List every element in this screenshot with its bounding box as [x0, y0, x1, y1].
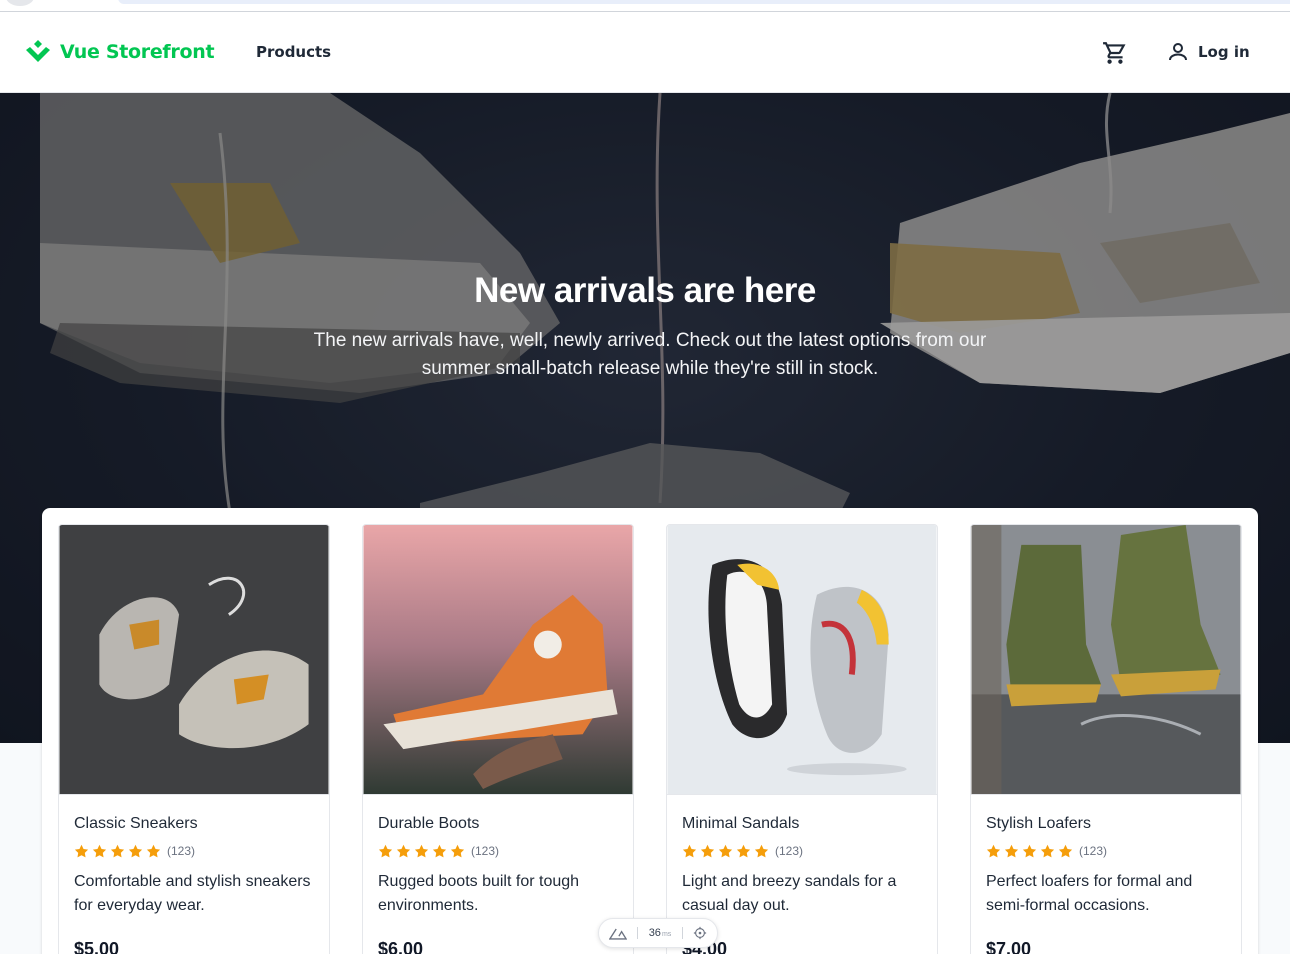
product-title[interactable]: Durable Boots: [378, 815, 618, 833]
browser-tab-icon[interactable]: [6, 0, 34, 6]
devtools-toggle[interactable]: 36ms: [598, 918, 718, 948]
product-card[interactable]: Stylish Loafers (123) Perfect loafers fo…: [970, 524, 1242, 954]
star-icon: [92, 844, 107, 857]
brand-name: Vue Storefront: [60, 41, 215, 63]
star-icon: [682, 844, 697, 857]
star-icon: [1058, 844, 1073, 857]
star-icon: [986, 844, 1001, 857]
devtools-separator: [681, 927, 683, 939]
star-icon: [754, 844, 769, 857]
star-icon: [414, 844, 429, 857]
browser-chrome-strip: [0, 0, 1290, 12]
product-description: Light and breezy sandals for a casual da…: [682, 873, 897, 914]
rating-stars: [986, 844, 1073, 859]
rating-stars: [378, 844, 465, 859]
product-card[interactable]: Durable Boots (123) Rugged boots built f…: [362, 524, 634, 954]
product-price: $6.00: [378, 939, 424, 954]
hero-title: New arrivals are here: [474, 271, 816, 310]
star-icon: [718, 844, 733, 857]
product-image-stylish-loafers[interactable]: [971, 525, 1241, 795]
shopping-cart-icon: [1103, 42, 1126, 64]
product-price: $5.00: [74, 939, 120, 954]
star-icon: [128, 844, 143, 857]
product-description: Perfect loafers for formal and semi-form…: [986, 873, 1193, 914]
star-icon: [74, 844, 89, 857]
product-price: $4.00: [682, 939, 922, 954]
rating-stars: [682, 844, 769, 859]
nav-products-link[interactable]: Products: [256, 43, 331, 61]
review-count[interactable]: (123): [167, 844, 195, 858]
star-icon: [1022, 844, 1037, 857]
hero-subtitle: The new arrivals have, well, newly arriv…: [313, 330, 987, 379]
login-button[interactable]: Log in: [1166, 40, 1250, 64]
product-rating: (123): [682, 842, 922, 860]
star-icon: [110, 844, 125, 857]
product-title[interactable]: Minimal Sandals: [682, 815, 922, 833]
product-title[interactable]: Classic Sneakers: [74, 815, 314, 833]
product-image-minimal-sandals[interactable]: [667, 525, 937, 795]
product-description: Comfortable and stylish sneakers for eve…: [74, 873, 311, 914]
review-count[interactable]: (123): [471, 844, 499, 858]
star-icon: [396, 844, 411, 857]
review-count[interactable]: (123): [1079, 844, 1107, 858]
product-title[interactable]: Stylish Loafers: [986, 815, 1226, 833]
star-icon: [1040, 844, 1055, 857]
rating-stars: [74, 844, 161, 859]
star-icon: [1004, 844, 1019, 857]
review-count[interactable]: (123): [775, 844, 803, 858]
crosshair-icon[interactable]: [693, 926, 707, 940]
product-image-durable-boots[interactable]: [363, 525, 633, 795]
star-icon: [700, 844, 715, 857]
product-card[interactable]: Minimal Sandals (123) Light and breezy s…: [666, 524, 938, 954]
product-rating: (123): [74, 842, 314, 860]
brand-logo-link[interactable]: Vue Storefront: [24, 38, 215, 66]
browser-address-bar[interactable]: [118, 0, 1290, 4]
devtools-render-time: 36ms: [648, 927, 672, 939]
star-icon: [736, 844, 751, 857]
product-image-classic-sneakers[interactable]: [59, 525, 329, 795]
product-description: Rugged boots built for tough environment…: [378, 873, 580, 914]
product-grid: Classic Sneakers (123) Comfortable and s…: [42, 508, 1258, 954]
nuxt-icon: [609, 928, 627, 940]
product-rating: (123): [378, 842, 618, 860]
cart-button[interactable]: [1102, 40, 1130, 66]
user-icon: [1169, 43, 1187, 61]
product-rating: (123): [986, 842, 1226, 860]
login-label: Log in: [1198, 43, 1250, 61]
devtools-separator: [637, 927, 639, 939]
site-header: Vue Storefront Products Log in: [0, 12, 1290, 93]
star-icon: [146, 844, 161, 857]
product-price: $7.00: [986, 939, 1032, 954]
product-card[interactable]: Classic Sneakers (123) Comfortable and s…: [58, 524, 330, 954]
vue-storefront-logo-icon: [26, 40, 50, 62]
star-icon: [450, 844, 465, 857]
star-icon: [378, 844, 393, 857]
star-icon: [432, 844, 447, 857]
